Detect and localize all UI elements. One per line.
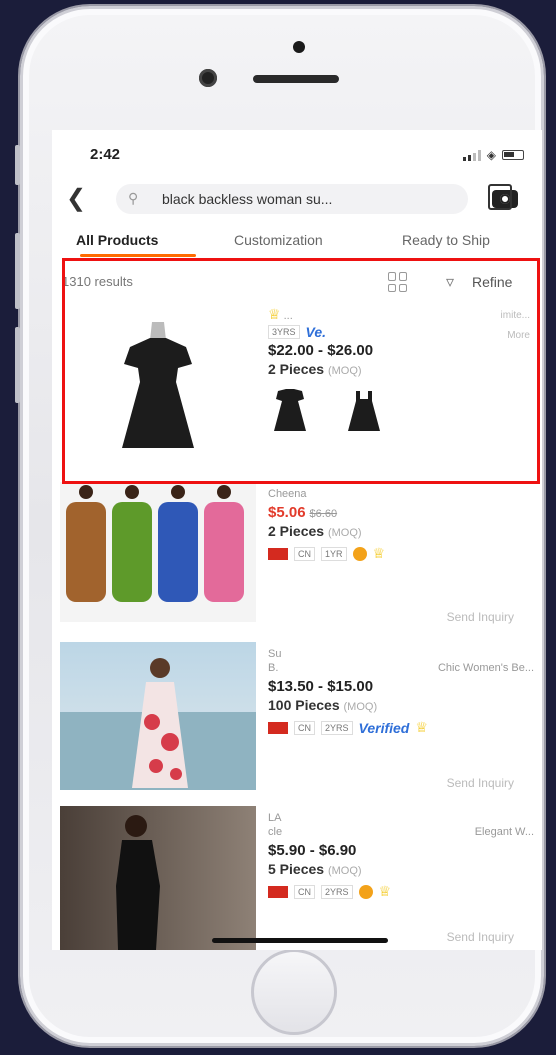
wifi-icon: ◈ <box>486 148 496 162</box>
home-button[interactable] <box>251 949 337 1035</box>
battery-icon <box>502 150 524 160</box>
moq: 2 Pieces (MOQ) <box>268 523 538 539</box>
product-card[interactable]: Cheena $5.06 $6.60 2 Pieces (MOQ) CN 1YR … <box>52 482 542 634</box>
price: $5.06 $6.60 <box>268 504 538 521</box>
product-title: Chic Women's Be... <box>437 662 534 674</box>
gold-supplier-icon <box>352 546 367 561</box>
country-badge: CN <box>294 546 315 561</box>
status-icons: ◈ <box>462 148 524 162</box>
moq: 100 Pieces (MOQ) <box>268 697 538 713</box>
search-row: ❮ ⚲ black backless woman su... <box>52 182 542 218</box>
moq: 5 Pieces (MOQ) <box>268 861 538 877</box>
product-info: LA cle Elegant W... $5.90 - $6.90 5 Piece… <box>268 812 538 900</box>
tab-all-products[interactable]: All Products <box>76 232 158 248</box>
years-badge: 1YR <box>321 546 347 561</box>
earpiece-speaker <box>253 75 339 83</box>
moq-quantity: 2 Pieces <box>268 523 325 539</box>
status-bar: 2:42 ◈ <box>52 130 542 180</box>
tab-ready-to-ship[interactable]: Ready to Ship <box>402 232 490 248</box>
price-range: $5.90 - $6.90 <box>268 842 357 859</box>
product-card[interactable]: Su B. Chic Women's Be... $13.50 - $15.00 … <box>52 642 542 806</box>
tab-customization[interactable]: Customization <box>234 232 323 248</box>
crown-icon: ♕ <box>415 719 428 735</box>
china-flag-icon <box>268 885 288 898</box>
moq-label: (MOQ) <box>327 527 362 539</box>
search-input[interactable]: ⚲ black backless woman su... <box>116 184 518 214</box>
supplier-name: Cheena <box>268 488 307 500</box>
moq-quantity: 100 Pieces <box>268 697 340 713</box>
verified-badge: Verified <box>358 719 410 736</box>
moq-label: (MOQ) <box>327 865 362 877</box>
crown-icon: ♕ <box>378 883 392 899</box>
original-price: $6.60 <box>309 508 338 520</box>
front-camera <box>199 69 217 87</box>
moq-label: (MOQ) <box>343 701 378 713</box>
home-indicator <box>212 938 388 943</box>
current-price: $5.06 <box>268 504 306 521</box>
app-screen: 2:42 ◈ ❮ ⚲ black backless woman su... Al… <box>52 130 542 950</box>
rfq-edit-icon[interactable] <box>488 184 512 210</box>
mute-switch <box>15 145 20 185</box>
highlight-box <box>62 258 540 484</box>
product-image <box>60 642 256 790</box>
product-image <box>60 806 256 950</box>
product-tabs: All Products Customization Ready to Ship <box>52 228 542 258</box>
send-inquiry-button[interactable]: Send Inquiry <box>447 776 514 790</box>
cellular-signal-icon <box>462 149 481 161</box>
years-badge: 2YRS <box>321 720 353 735</box>
product-info: Cheena $5.06 $6.60 2 Pieces (MOQ) CN 1YR … <box>268 488 538 562</box>
volume-down-button <box>15 327 20 403</box>
country-badge: CN <box>294 720 315 735</box>
price-range: $13.50 - $15.00 <box>268 678 374 695</box>
search-icon: ⚲ <box>128 190 139 206</box>
proximity-sensor <box>293 41 305 53</box>
product-image <box>60 482 256 622</box>
years-badge: 2YRS <box>321 884 353 899</box>
supplier-name: Su <box>268 648 282 660</box>
status-time: 2:42 <box>90 146 121 163</box>
moq-quantity: 5 Pieces <box>268 861 325 877</box>
product-title: Elegant W... <box>474 826 534 838</box>
china-flag-icon <box>268 547 288 560</box>
supplier-name: LA <box>268 812 282 824</box>
search-query: black backless woman su... <box>162 191 333 207</box>
gold-supplier-icon <box>358 884 373 899</box>
crown-icon: ♕ <box>372 545 386 561</box>
china-flag-icon <box>268 721 288 734</box>
active-tab-indicator <box>80 254 196 257</box>
volume-up-button <box>15 233 20 309</box>
back-chevron-icon[interactable]: ❮ <box>66 184 86 213</box>
send-inquiry-button[interactable]: Send Inquiry <box>447 930 514 944</box>
country-badge: CN <box>294 884 315 899</box>
supplier-name-line2: cle <box>268 826 283 838</box>
product-info: Su B. Chic Women's Be... $13.50 - $15.00 … <box>268 648 538 736</box>
supplier-name-line2: B. <box>268 662 279 674</box>
send-inquiry-button[interactable]: Send Inquiry <box>447 610 514 624</box>
product-card[interactable]: LA cle Elegant W... $5.90 - $6.90 5 Piece… <box>52 806 542 950</box>
